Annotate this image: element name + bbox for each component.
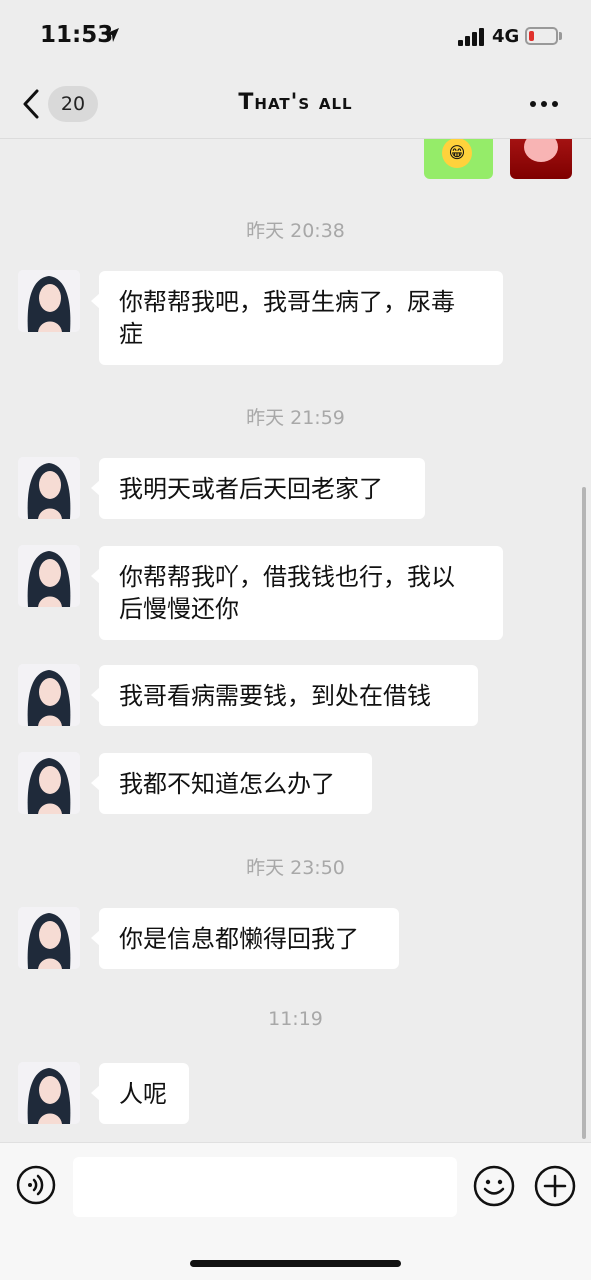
status-bar: 11:53 4G bbox=[0, 0, 591, 70]
message-text: 我明天或者后天回老家了 bbox=[119, 475, 383, 503]
message-text-line: 症 bbox=[119, 320, 143, 348]
girl-avatar-icon bbox=[18, 545, 80, 607]
input-bar bbox=[0, 1142, 591, 1280]
girl-avatar-icon bbox=[18, 752, 80, 814]
message-bubble[interactable]: 你帮帮我吖，借我钱也行，我以 后慢慢还你 bbox=[91, 546, 503, 640]
message-input[interactable] bbox=[73, 1157, 457, 1217]
sent-sticker-bubble[interactable]: 😁 bbox=[424, 138, 493, 179]
home-indicator[interactable] bbox=[190, 1260, 401, 1267]
message-text: 你是信息都懒得回我了 bbox=[119, 925, 359, 953]
message-bubble[interactable]: 人呢 bbox=[91, 1063, 189, 1124]
contact-avatar[interactable] bbox=[18, 545, 80, 607]
network-type: 4G bbox=[492, 26, 520, 47]
contact-avatar[interactable] bbox=[18, 907, 80, 969]
message-text-line: 后慢慢还你 bbox=[119, 595, 239, 623]
contact-avatar[interactable] bbox=[18, 457, 80, 519]
message-text: 我哥看病需要钱，到处在借钱 bbox=[119, 682, 431, 710]
nav-bar: 20 That's all bbox=[0, 70, 591, 139]
chat-scrollbar[interactable] bbox=[582, 487, 586, 1139]
grin-emoji-icon: 😁 bbox=[442, 138, 472, 168]
more-dots-icon[interactable] bbox=[530, 92, 566, 116]
message-text: 我都不知道怎么办了 bbox=[119, 770, 335, 798]
message-bubble[interactable]: 我明天或者后天回老家了 bbox=[91, 458, 425, 519]
chat-area[interactable]: 😁 昨天 20:38 你帮帮我吧，我哥生病了，尿毒 症 昨天 21:59 我明天… bbox=[0, 138, 591, 1142]
contact-avatar[interactable] bbox=[18, 1062, 80, 1124]
girl-avatar-icon bbox=[18, 270, 80, 332]
message-text-line: 你帮帮我吧，我哥生病了，尿毒 bbox=[119, 288, 455, 316]
girl-avatar-icon bbox=[18, 457, 80, 519]
location-arrow-icon bbox=[105, 28, 119, 42]
girl-avatar-icon bbox=[18, 1062, 80, 1124]
plus-icon[interactable] bbox=[534, 1165, 576, 1207]
girl-avatar-icon bbox=[18, 664, 80, 726]
emoji-icon[interactable] bbox=[473, 1165, 515, 1207]
signal-icon bbox=[458, 28, 486, 46]
message-bubble[interactable]: 我都不知道怎么办了 bbox=[91, 753, 372, 814]
message-text-line: 你帮帮我吖，借我钱也行，我以 bbox=[119, 563, 455, 591]
message-bubble[interactable]: 你帮帮我吧，我哥生病了，尿毒 症 bbox=[91, 271, 503, 365]
contact-avatar[interactable] bbox=[18, 664, 80, 726]
contact-avatar[interactable] bbox=[18, 752, 80, 814]
message-bubble[interactable]: 你是信息都懒得回我了 bbox=[91, 908, 399, 969]
timestamp: 昨天 20:38 bbox=[246, 220, 345, 242]
message-text: 人呢 bbox=[119, 1080, 167, 1108]
battery-tip bbox=[559, 32, 562, 40]
my-avatar[interactable] bbox=[510, 138, 572, 179]
timestamp: 昨天 21:59 bbox=[246, 407, 345, 429]
chat-title: That's all bbox=[238, 90, 353, 115]
voice-icon[interactable] bbox=[16, 1165, 56, 1205]
contact-avatar[interactable] bbox=[18, 270, 80, 332]
timestamp: 11:19 bbox=[268, 1008, 323, 1030]
girl-avatar-icon bbox=[18, 907, 80, 969]
battery-icon bbox=[525, 27, 558, 45]
message-bubble[interactable]: 我哥看病需要钱，到处在借钱 bbox=[91, 665, 478, 726]
timestamp: 昨天 23:50 bbox=[246, 857, 345, 879]
